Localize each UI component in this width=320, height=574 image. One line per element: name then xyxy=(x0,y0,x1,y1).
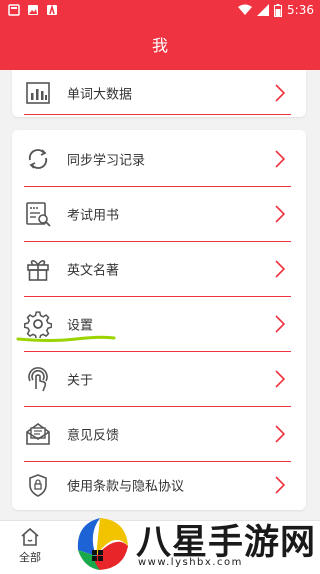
menu-item-label: 意见反馈 xyxy=(67,428,120,444)
chevron-right-icon xyxy=(275,150,286,168)
status-bar: 5:36 xyxy=(0,0,320,22)
gift-icon xyxy=(27,260,49,281)
bar-chart-icon xyxy=(26,82,50,104)
menu-item-english-classics[interactable]: 英文名著 xyxy=(12,242,306,296)
menu-item-label: 关于 xyxy=(67,373,94,389)
chevron-right-icon xyxy=(275,315,286,333)
watermark: 八星手游网 www.lyshbx.com xyxy=(70,510,320,573)
tab-all[interactable]: 全部 xyxy=(8,527,52,565)
text-icon xyxy=(47,4,57,15)
sync-icon xyxy=(28,149,48,169)
watermark-url: www.lyshbx.com xyxy=(138,557,243,568)
notification-icons xyxy=(8,4,58,16)
shield-icon xyxy=(29,474,47,497)
menu-card: 同步学习记录 考试用书 英文名著 设置 关于 意见反馈 使用条款与隐私协议 xyxy=(12,130,306,510)
highlight-stroke xyxy=(16,335,116,342)
chevron-right-icon xyxy=(275,84,286,102)
menu-item-feedback[interactable]: 意见反馈 xyxy=(12,407,306,461)
tab-label: 全部 xyxy=(19,551,41,564)
exam-book-icon xyxy=(26,202,51,227)
menu-item-sync-records[interactable]: 同步学习记录 xyxy=(12,132,306,186)
image-icon xyxy=(28,5,38,15)
page-title: 我 xyxy=(151,36,168,55)
notification-icon xyxy=(8,4,20,16)
menu-item-label: 使用条款与隐私协议 xyxy=(67,479,185,495)
battery-icon xyxy=(274,3,283,17)
chevron-right-icon xyxy=(275,425,286,443)
signal-icon xyxy=(257,4,270,16)
home-icon xyxy=(21,527,39,546)
menu-item-label: 单词大数据 xyxy=(67,87,133,103)
watermark-logo xyxy=(77,518,128,570)
touch-icon xyxy=(28,367,48,392)
menu-item-exam-books[interactable]: 考试用书 xyxy=(12,187,306,241)
menu-item-word-data[interactable]: 单词大数据 xyxy=(12,66,306,120)
mail-icon xyxy=(26,423,50,445)
chevron-right-icon xyxy=(275,370,286,388)
divider xyxy=(24,114,291,115)
menu-item-terms-privacy[interactable]: 使用条款与隐私协议 xyxy=(12,458,306,512)
chevron-right-icon xyxy=(275,205,286,223)
status-right: 5:36 xyxy=(238,3,314,17)
chevron-right-icon xyxy=(275,476,286,494)
clock: 5:36 xyxy=(287,3,314,17)
wifi-icon xyxy=(238,4,253,15)
app-bar: 我 xyxy=(0,22,320,70)
menu-item-label: 设置 xyxy=(67,318,94,334)
top-card: 单词大数据 xyxy=(12,70,306,117)
menu-item-label: 英文名著 xyxy=(67,263,120,279)
menu-item-about[interactable]: 关于 xyxy=(12,352,306,406)
menu-item-label: 考试用书 xyxy=(67,208,120,224)
chevron-right-icon xyxy=(275,260,286,278)
menu-item-label: 同步学习记录 xyxy=(67,153,146,169)
